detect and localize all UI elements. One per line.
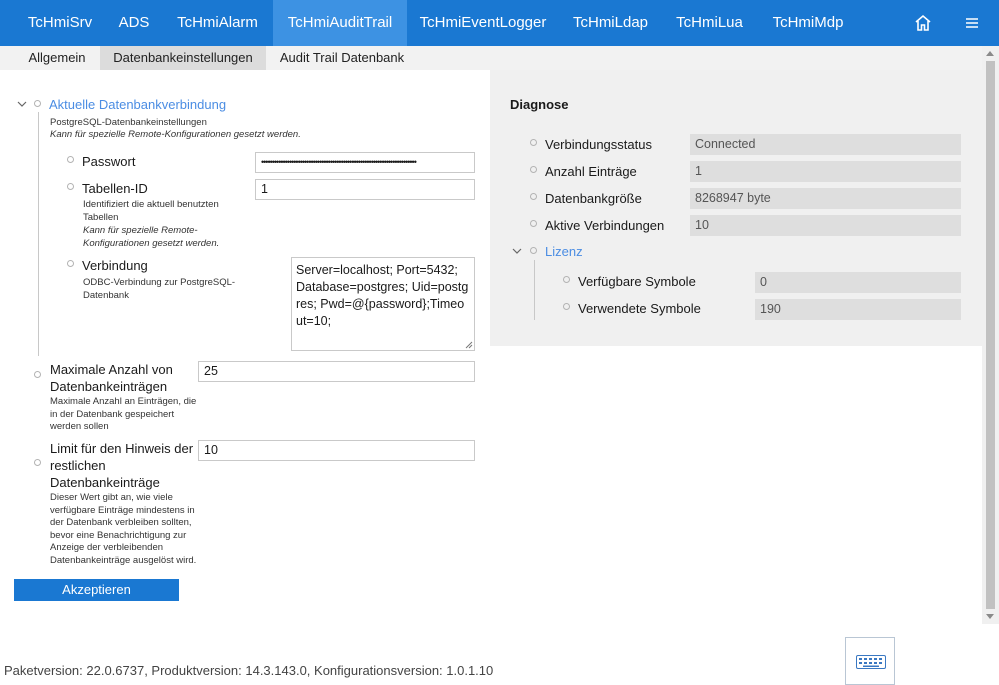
- limit-hint-input[interactable]: 10: [198, 440, 475, 461]
- connection-textarea[interactable]: Server=localhost; Port=5432; Database=po…: [291, 257, 475, 351]
- tab-allgemein[interactable]: Allgemein: [14, 46, 100, 70]
- diag-label-active-connections: Aktive Verbindungen: [545, 218, 665, 233]
- diag-value-active-connections: 10: [690, 215, 961, 236]
- max-entries-desc: Maximale Anzahl an Einträgen, die in der…: [50, 396, 197, 432]
- license-label-used-symbols: Verwendete Symbole: [578, 301, 701, 316]
- diagnose-panel: Diagnose Verbindungsstatus Connected Anz…: [490, 70, 982, 346]
- password-label: Passwort: [82, 154, 136, 169]
- diagnose-title: Diagnose: [510, 97, 569, 112]
- scroll-thumb[interactable]: [986, 61, 995, 609]
- nav-tab-tchmieventlogger[interactable]: TcHmiEventLogger: [407, 0, 559, 46]
- table-id-input[interactable]: 1: [255, 179, 475, 200]
- sub-tabs: Allgemein Datenbankeinstellungen Audit T…: [0, 46, 999, 70]
- diag-label-connection-status: Verbindungsstatus: [545, 137, 652, 152]
- bullet-icon: [34, 100, 41, 107]
- bullet-icon: [67, 183, 74, 190]
- keyboard-icon: [856, 655, 886, 669]
- nav-tab-ads[interactable]: ADS: [106, 0, 162, 46]
- tree-line: [534, 260, 535, 320]
- diag-label-entry-count: Anzahl Einträge: [545, 164, 637, 179]
- bullet-icon: [34, 371, 41, 378]
- connection-label: Verbindung: [82, 258, 148, 273]
- top-navigation: TcHmiSrv ADS TcHmiAlarm TcHmiAuditTrail …: [0, 0, 999, 46]
- table-id-desc-italic: Kann für spezielle Remote-Konfiguratione…: [83, 225, 220, 249]
- password-input[interactable]: ••••••••••••••••••••••••••••••••••••••••…: [255, 152, 475, 173]
- bullet-icon: [34, 459, 41, 466]
- license-value-used-symbols: 190: [755, 299, 961, 320]
- diag-value-connection-status: Connected: [690, 134, 961, 155]
- nav-tab-tchmiaudittrail[interactable]: TcHmiAuditTrail: [273, 0, 407, 46]
- section-desc: PostgreSQL-Datenbankeinstellungen: [50, 117, 207, 128]
- connection-text: Server=localhost; Port=5432; Database=po…: [296, 263, 469, 328]
- bullet-icon: [530, 139, 537, 146]
- diag-value-entry-count: 1: [690, 161, 961, 182]
- bullet-icon: [530, 247, 537, 254]
- bullet-icon: [530, 220, 537, 227]
- license-title[interactable]: Lizenz: [545, 244, 583, 259]
- table-id-desc: Identifiziert die aktuell benutzten Tabe…: [83, 199, 219, 223]
- bullet-icon: [530, 193, 537, 200]
- accept-button[interactable]: Akzeptieren: [14, 579, 179, 601]
- license-value-available-symbols: 0: [755, 272, 961, 293]
- section-title-db-connection[interactable]: Aktuelle Datenbankverbindung: [49, 97, 226, 112]
- bullet-icon: [67, 156, 74, 163]
- limit-hint-label: Limit für den Hinweis der restlichen Dat…: [50, 441, 194, 490]
- version-footer: Paketversion: 22.0.6737, Produktversion:…: [4, 663, 494, 678]
- vertical-scrollbar[interactable]: [982, 46, 999, 624]
- section-desc-italic: Kann für spezielle Remote-Konfiguratione…: [50, 129, 301, 140]
- resize-handle-icon[interactable]: [465, 341, 473, 349]
- bullet-icon: [530, 166, 537, 173]
- nav-tab-tchmildap[interactable]: TcHmiLdap: [559, 0, 662, 46]
- chevron-down-icon[interactable]: [17, 99, 27, 109]
- nav-tab-tchmialarm[interactable]: TcHmiAlarm: [162, 0, 273, 46]
- nav-tab-tchmilua[interactable]: TcHmiLua: [662, 0, 757, 46]
- nav-tab-tchmisrv[interactable]: TcHmiSrv: [14, 0, 106, 46]
- diag-label-db-size: Datenbankgröße: [545, 191, 642, 206]
- max-entries-label: Maximale Anzahl von Datenbankeinträgen: [50, 362, 173, 394]
- scroll-down-icon[interactable]: [986, 614, 994, 619]
- keyboard-button[interactable]: [845, 637, 895, 685]
- tree-line: [38, 112, 39, 356]
- hamburger-menu-icon[interactable]: [962, 13, 982, 33]
- home-icon[interactable]: [913, 13, 933, 33]
- bullet-icon: [563, 276, 570, 283]
- tab-audit-trail-datenbank[interactable]: Audit Trail Datenbank: [266, 46, 418, 70]
- table-id-label: Tabellen-ID: [82, 181, 148, 196]
- bullet-icon: [67, 260, 74, 267]
- connection-desc: ODBC-Verbindung zur PostgreSQL-Datenbank: [83, 277, 236, 301]
- diag-value-db-size: 8268947 byte: [690, 188, 961, 209]
- scroll-up-icon[interactable]: [986, 51, 994, 56]
- bullet-icon: [563, 303, 570, 310]
- tab-datenbankeinstellungen[interactable]: Datenbankeinstellungen: [100, 46, 266, 70]
- license-label-available-symbols: Verfügbare Symbole: [578, 274, 696, 289]
- max-entries-input[interactable]: 25: [198, 361, 475, 382]
- chevron-down-icon[interactable]: [512, 246, 522, 256]
- limit-hint-desc: Dieser Wert gibt an, wie viele verfügbar…: [50, 492, 197, 566]
- nav-tab-tchmimdp[interactable]: TcHmiMdp: [757, 0, 859, 46]
